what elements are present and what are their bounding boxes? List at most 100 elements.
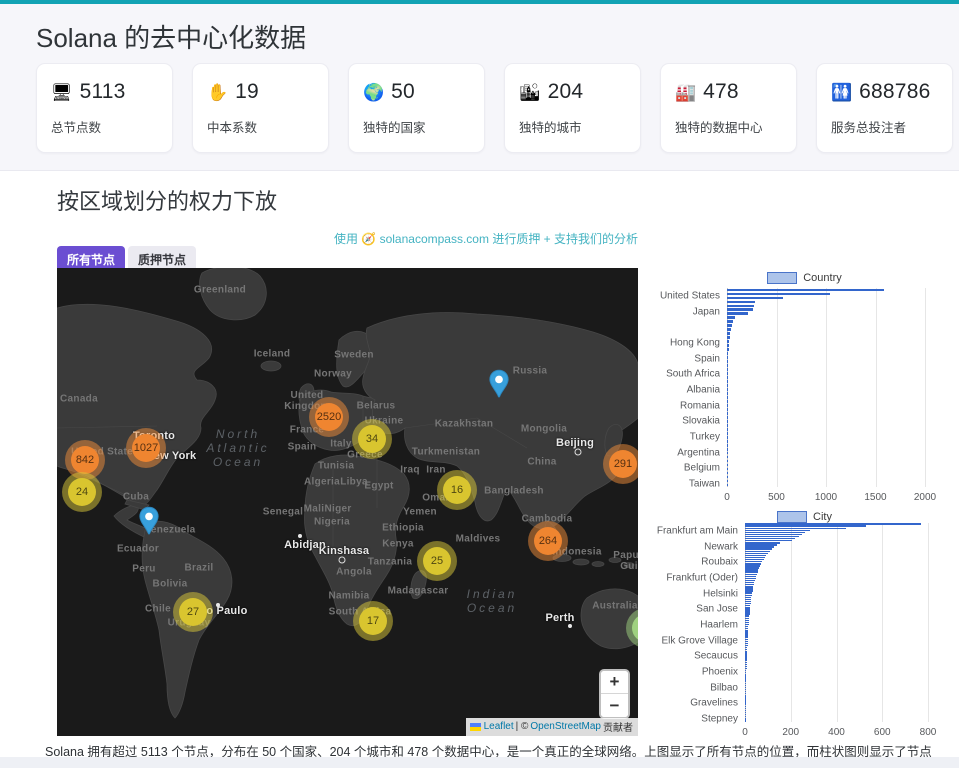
gridline bbox=[876, 288, 877, 487]
legend-swatch bbox=[777, 511, 807, 523]
gridline bbox=[925, 288, 926, 487]
zoom-in-button[interactable]: + bbox=[601, 671, 628, 694]
gridline bbox=[837, 523, 838, 722]
bar bbox=[727, 372, 728, 375]
y-axis-label: Albania bbox=[650, 385, 720, 396]
bar bbox=[727, 472, 728, 475]
x-axis-tick: 2000 bbox=[914, 492, 936, 503]
map-pin-1[interactable] bbox=[138, 506, 160, 541]
gridline bbox=[826, 288, 827, 487]
y-axis-label: Elk Grove Village bbox=[650, 635, 738, 646]
bar bbox=[727, 404, 728, 407]
attribution-separator: | © bbox=[516, 721, 529, 732]
bar bbox=[727, 332, 730, 335]
map-pin-0[interactable] bbox=[488, 369, 510, 404]
x-axis-tick: 800 bbox=[920, 727, 937, 738]
leaflet-link[interactable]: Leaflet bbox=[484, 721, 514, 732]
node-cluster-291[interactable]: 291 bbox=[603, 444, 638, 484]
bar bbox=[727, 352, 728, 355]
stat-label: 独特的国家 bbox=[363, 117, 470, 136]
city-marker bbox=[298, 534, 302, 538]
legend-label: City bbox=[813, 511, 832, 523]
x-axis-tick: 0 bbox=[724, 492, 730, 503]
gridline bbox=[882, 523, 883, 722]
section-title: 按区域划分的权力下放 bbox=[57, 184, 277, 216]
stat-value: 478 bbox=[703, 80, 739, 104]
openstreetmap-link[interactable]: OpenStreetMap bbox=[530, 721, 601, 732]
y-axis-label: Hong Kong bbox=[650, 338, 720, 349]
bar bbox=[727, 460, 728, 463]
bar bbox=[745, 720, 746, 721]
bar bbox=[727, 316, 735, 319]
legend-label: Country bbox=[803, 272, 842, 284]
y-axis-label: Spain bbox=[650, 353, 720, 364]
y-axis-label: Japan bbox=[650, 306, 720, 317]
stake-link-domain[interactable]: solanacompass.com bbox=[376, 232, 492, 246]
y-axis-label: Roubaix bbox=[650, 557, 738, 568]
bottom-strip bbox=[0, 757, 959, 768]
bar bbox=[727, 480, 728, 483]
x-axis-tick: 600 bbox=[874, 727, 891, 738]
bar bbox=[727, 444, 728, 447]
bar bbox=[727, 305, 754, 308]
bar bbox=[727, 348, 729, 351]
bar bbox=[727, 297, 783, 300]
x-axis-tick: 400 bbox=[828, 727, 845, 738]
node-cluster-17[interactable]: 17 bbox=[353, 601, 393, 641]
node-cluster-2520[interactable]: 2520 bbox=[309, 397, 349, 437]
gridline bbox=[928, 523, 929, 722]
stat-value: 19 bbox=[235, 80, 259, 104]
factory-icon: 🏭 bbox=[675, 84, 696, 101]
y-axis-label: Bilbao bbox=[650, 682, 738, 693]
node-cluster-27[interactable]: 27 bbox=[173, 592, 213, 632]
y-axis-label: Turkey bbox=[650, 432, 720, 443]
stat-value: 50 bbox=[391, 80, 415, 104]
stat-card-5: 🚻688786服务总投注者 bbox=[816, 63, 953, 153]
node-cluster-264[interactable]: 264 bbox=[528, 521, 568, 561]
city-marker bbox=[568, 624, 572, 628]
bar bbox=[727, 340, 729, 343]
stat-value: 204 bbox=[548, 80, 584, 104]
y-axis-label: Slovakia bbox=[650, 416, 720, 427]
node-cluster-25[interactable]: 25 bbox=[417, 541, 457, 581]
stat-label: 独特的城市 bbox=[519, 117, 626, 136]
stat-card-0: 🖥5113总节点数 bbox=[36, 63, 173, 153]
world-map[interactable]: GreenlandIcelandSwedenNorwayCanadaUnited… bbox=[57, 268, 638, 736]
bar bbox=[727, 424, 728, 427]
y-axis-label: Frankfurt am Main bbox=[650, 526, 738, 537]
bar bbox=[727, 364, 728, 367]
y-axis-label: San Jose bbox=[650, 604, 738, 615]
attribution-contributors: 贡献者 bbox=[603, 719, 633, 734]
desktop-computer-icon: 🖥 bbox=[51, 84, 73, 101]
bar bbox=[727, 476, 728, 479]
stat-card-3: 🏙204独特的城市 bbox=[504, 63, 641, 153]
chart-legend-country[interactable]: Country bbox=[650, 272, 959, 284]
bar bbox=[727, 416, 728, 419]
x-axis-tick: 0 bbox=[742, 727, 748, 738]
bar bbox=[727, 324, 732, 327]
stat-label: 总节点数 bbox=[51, 117, 158, 136]
chart-plot-area bbox=[727, 288, 926, 487]
bar bbox=[727, 384, 728, 387]
chart-legend-city[interactable]: City bbox=[650, 511, 959, 523]
stats-row: 🖥5113总节点数✋19中本系数🌍50独特的国家🏙204独特的城市🏭478独特的… bbox=[36, 63, 953, 153]
zoom-out-button[interactable]: − bbox=[601, 694, 628, 717]
gridline bbox=[791, 523, 792, 722]
node-cluster-1027[interactable]: 1027 bbox=[126, 428, 166, 468]
y-axis-label: Frankfurt (Oder) bbox=[650, 573, 738, 584]
node-cluster-16[interactable]: 16 bbox=[437, 470, 477, 510]
y-axis-label: Romania bbox=[650, 400, 720, 411]
node-cluster-24[interactable]: 24 bbox=[62, 472, 102, 512]
raised-hand-icon: ✋ bbox=[207, 84, 228, 101]
bar bbox=[727, 293, 830, 296]
y-axis-label: Argentina bbox=[650, 447, 720, 458]
globe-icon: 🌍 bbox=[363, 84, 384, 101]
stake-link[interactable]: 使用 🧭 solanacompass.com 进行质押 + 支持我们的分析 bbox=[57, 230, 638, 247]
bar bbox=[727, 328, 731, 331]
stat-card-4: 🏭478独特的数据中心 bbox=[660, 63, 797, 153]
ukraine-flag-icon bbox=[470, 723, 481, 731]
solana-decentralization-page: Solana 的去中心化数据 🖥5113总节点数✋19中本系数🌍50独特的国家🏙… bbox=[0, 0, 959, 768]
node-cluster-34[interactable]: 34 bbox=[352, 419, 392, 459]
compass-icon: 🧭 bbox=[361, 232, 376, 246]
stake-link-prefix: 使用 bbox=[334, 232, 361, 246]
